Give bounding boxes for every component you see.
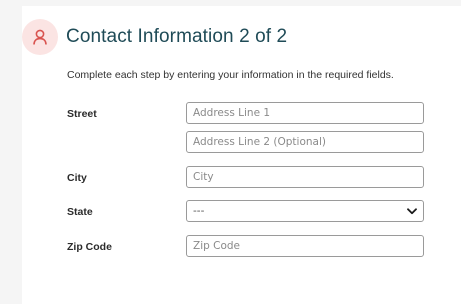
instructions-text: Complete each step by entering your info… — [67, 69, 394, 81]
page-title: Contact Information 2 of 2 — [66, 26, 288, 47]
person-icon — [33, 29, 47, 45]
state-selected-value: --- — [193, 205, 205, 217]
address-line-2-input[interactable]: Address Line 2 (Optional) — [186, 131, 424, 153]
state-select[interactable]: --- — [186, 200, 424, 222]
city-input[interactable]: City — [186, 166, 424, 188]
zip-code-label: Zip Code — [67, 241, 112, 253]
chevron-down-icon — [407, 207, 417, 215]
person-icon-badge — [22, 19, 58, 55]
address-line-1-input[interactable]: Address Line 1 — [186, 102, 424, 124]
card-header: Contact Information 2 of 2 — [22, 19, 287, 55]
state-label: State — [67, 206, 93, 218]
city-label: City — [67, 172, 87, 184]
contact-info-card: Contact Information 2 of 2 Complete each… — [22, 6, 461, 304]
street-label: Street — [67, 108, 97, 120]
zip-code-input[interactable]: Zip Code — [186, 235, 424, 257]
